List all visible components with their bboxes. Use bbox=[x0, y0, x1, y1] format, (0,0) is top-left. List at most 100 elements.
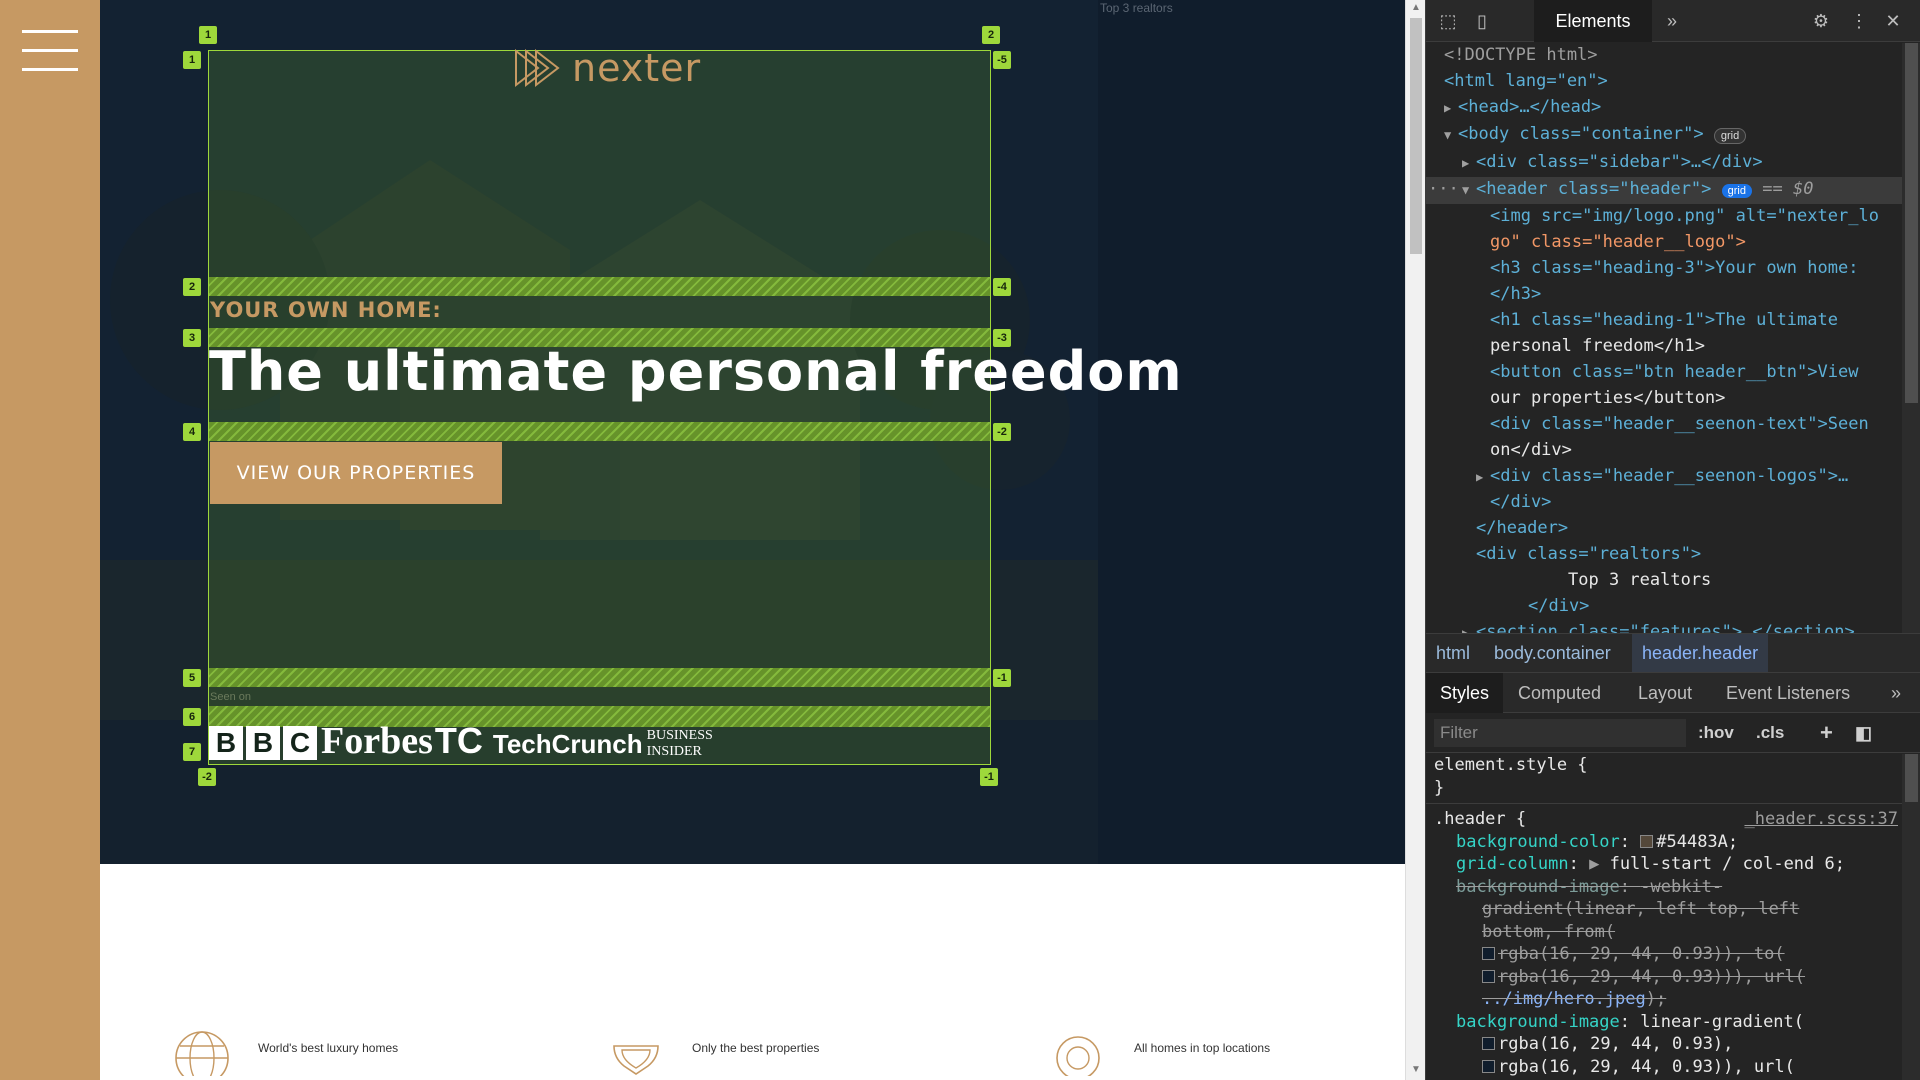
dom-node[interactable]: ▼ <body class="container"> grid bbox=[1426, 122, 1902, 150]
page-scrollbar[interactable]: ▲ ▼ bbox=[1405, 0, 1425, 1080]
grid-badge[interactable]: grid bbox=[1721, 183, 1752, 198]
grid-row-gap bbox=[209, 422, 990, 441]
styles-filter-row: :hov .cls + ◧ bbox=[1426, 713, 1920, 753]
dom-node[interactable]: <img src="img/logo.png" alt="nexter_lo bbox=[1426, 204, 1902, 230]
hover-state-button[interactable]: :hov bbox=[1698, 713, 1734, 753]
dom-scrollbar[interactable] bbox=[1902, 43, 1920, 633]
feature-item: All homes in top locations bbox=[1050, 1020, 1270, 1076]
feature-label: All homes in top locations bbox=[1134, 1041, 1271, 1055]
expand-triangle-icon: ▶ bbox=[1476, 469, 1484, 484]
grid-line-badge: 4 bbox=[183, 423, 201, 441]
grid-line-badge: 6 bbox=[183, 708, 201, 726]
dom-node[interactable]: ▶ <div class="header__seenon-logos">… bbox=[1426, 464, 1902, 491]
tab-elements[interactable]: Elements bbox=[1534, 0, 1652, 42]
breadcrumb-body[interactable]: body.container bbox=[1484, 634, 1621, 672]
techcrunch-logo: TechCrunch bbox=[492, 729, 643, 759]
dom-node[interactable]: </div> bbox=[1426, 490, 1902, 516]
dom-node-selected[interactable]: ··· ▼ <header class="header"> grid == $0 bbox=[1426, 176, 1902, 205]
page-viewport: Top 3 realtors nexter YOUR OWN HOME: The… bbox=[0, 0, 1405, 1080]
close-devtools-icon[interactable]: ✕ bbox=[1881, 9, 1905, 33]
device-toolbar-icon[interactable]: ▯ bbox=[1470, 9, 1494, 33]
tab-event-listeners[interactable]: Event Listeners bbox=[1726, 673, 1850, 713]
hero-subheading: YOUR OWN HOME: bbox=[210, 298, 442, 322]
hamburger-menu-icon[interactable] bbox=[22, 30, 78, 72]
feature-item: World's best luxury homes bbox=[174, 1020, 398, 1076]
element-style-rule[interactable]: element.style { bbox=[1434, 754, 1902, 777]
grid-line-badge: -3 bbox=[993, 329, 1011, 347]
dom-node[interactable]: ▶ <section class="features">…</section> bbox=[1426, 620, 1902, 633]
dom-node[interactable]: </h3> bbox=[1426, 282, 1902, 308]
dom-node[interactable]: personal freedom</h1> bbox=[1426, 334, 1902, 360]
collapse-triangle-icon: ▼ bbox=[1462, 182, 1470, 197]
dom-node[interactable]: <!DOCTYPE html> bbox=[1426, 43, 1902, 69]
scroll-down-arrow-icon[interactable]: ▼ bbox=[1411, 1064, 1421, 1075]
grid-line-badge: 5 bbox=[183, 669, 201, 687]
press-logos: BBC Forbes TC TechCrunch Business Insider bbox=[209, 722, 713, 760]
styles-scrollbar[interactable] bbox=[1902, 754, 1920, 1080]
tab-computed[interactable]: Computed bbox=[1518, 673, 1601, 713]
dom-node[interactable]: </header> bbox=[1426, 516, 1902, 542]
dom-node[interactable]: go" class="header__logo"> bbox=[1426, 230, 1902, 256]
realtors-text: Top 3 realtors bbox=[1100, 1, 1173, 15]
header-rule-selector[interactable]: .header {_header.scss:37 bbox=[1434, 808, 1902, 831]
dom-node[interactable]: <html lang="en"> bbox=[1426, 69, 1902, 95]
new-rule-plus-icon[interactable]: + bbox=[1820, 713, 1833, 753]
toggle-sidebar-icon[interactable]: ◧ bbox=[1855, 713, 1872, 753]
dom-node[interactable]: </div> bbox=[1426, 594, 1902, 620]
breadcrumb-header[interactable]: header.header bbox=[1632, 634, 1769, 672]
techcrunch-mark: TC bbox=[434, 720, 483, 761]
more-options-icon[interactable]: ⋮ bbox=[1847, 9, 1871, 33]
tab-styles[interactable]: Styles bbox=[1426, 673, 1504, 713]
dom-node[interactable]: Top 3 realtors bbox=[1426, 568, 1902, 594]
css-declaration[interactable]: background-image: linear-gradient( bbox=[1434, 1011, 1902, 1034]
grid-line-badge: 2 bbox=[183, 278, 201, 296]
grid-badge[interactable]: grid bbox=[1713, 127, 1747, 144]
css-declaration[interactable]: background-color: #54483A; bbox=[1434, 831, 1902, 854]
feature-label: World's best luxury homes bbox=[258, 1041, 399, 1055]
grid-line-badge: 2 bbox=[982, 26, 1000, 44]
css-declaration[interactable]: grid-column: ▶ full-start / col-end 6; bbox=[1434, 853, 1902, 876]
grid-line-badge: 1 bbox=[183, 51, 201, 69]
grid-line-badge: -5 bbox=[993, 51, 1011, 69]
dom-node[interactable]: <div class="realtors"> bbox=[1426, 542, 1902, 568]
grid-row-gap bbox=[209, 277, 990, 296]
settings-gear-icon[interactable]: ⚙ bbox=[1809, 9, 1833, 33]
css-declaration-overridden[interactable]: background-image: -webkit- bbox=[1434, 876, 1902, 899]
more-tabs-icon[interactable]: » bbox=[1891, 673, 1901, 713]
business-insider-logo: Business Insider bbox=[646, 728, 713, 759]
trophy-icon bbox=[613, 1045, 659, 1075]
styles-filter-input[interactable] bbox=[1434, 719, 1686, 747]
dom-tree: <!DOCTYPE html> <html lang="en"> ▶ <head>… bbox=[1426, 43, 1902, 633]
nexter-logo[interactable]: nexter bbox=[512, 46, 701, 90]
expand-triangle-icon: ▶ bbox=[1462, 625, 1470, 633]
dom-node[interactable]: ▶ <head>…</head> bbox=[1426, 95, 1902, 122]
bbc-logo: BBC bbox=[209, 726, 317, 760]
features-section: World's best luxury homes Only the best … bbox=[100, 1020, 1405, 1080]
dom-node[interactable]: <button class="btn header__btn">View bbox=[1426, 360, 1902, 386]
dom-node[interactable]: <h1 class="heading-1">The ultimate bbox=[1426, 308, 1902, 334]
dom-node[interactable]: our properties</button> bbox=[1426, 386, 1902, 412]
inspect-element-icon[interactable]: ⬚ bbox=[1436, 9, 1460, 33]
scroll-up-arrow-icon[interactable]: ▲ bbox=[1411, 2, 1421, 13]
breadcrumb: html body.container header.header bbox=[1426, 633, 1920, 673]
feature-label: Only the best properties bbox=[692, 1041, 820, 1055]
styles-panel-tabs: Styles Computed Layout Event Listeners » bbox=[1426, 673, 1920, 713]
breadcrumb-html[interactable]: html bbox=[1426, 634, 1480, 672]
grid-line-badge: 1 bbox=[199, 26, 217, 44]
view-properties-button[interactable]: VIEW OUR PROPERTIES bbox=[210, 442, 502, 504]
grid-line-badge: -2 bbox=[198, 768, 216, 786]
dom-node[interactable]: <div class="header__seenon-text">Seen bbox=[1426, 412, 1902, 438]
dom-node[interactable]: on</div> bbox=[1426, 438, 1902, 464]
grid-line-badge: -1 bbox=[993, 669, 1011, 687]
source-link[interactable]: _header.scss:37 bbox=[1744, 808, 1898, 831]
tab-layout[interactable]: Layout bbox=[1638, 673, 1692, 713]
dom-node[interactable]: ▶ <div class="sidebar">…</div> bbox=[1426, 150, 1902, 177]
expand-triangle-icon: ▶ bbox=[1444, 100, 1452, 115]
globe-icon bbox=[175, 1031, 229, 1076]
map-pin-icon bbox=[1056, 1036, 1100, 1076]
dom-node[interactable]: <h3 class="heading-3">Your own home: bbox=[1426, 256, 1902, 282]
class-toggle-button[interactable]: .cls bbox=[1756, 713, 1784, 753]
scrollbar-thumb[interactable] bbox=[1410, 18, 1422, 254]
more-tabs-icon[interactable]: » bbox=[1660, 9, 1684, 33]
grid-line-badge: -4 bbox=[993, 278, 1011, 296]
